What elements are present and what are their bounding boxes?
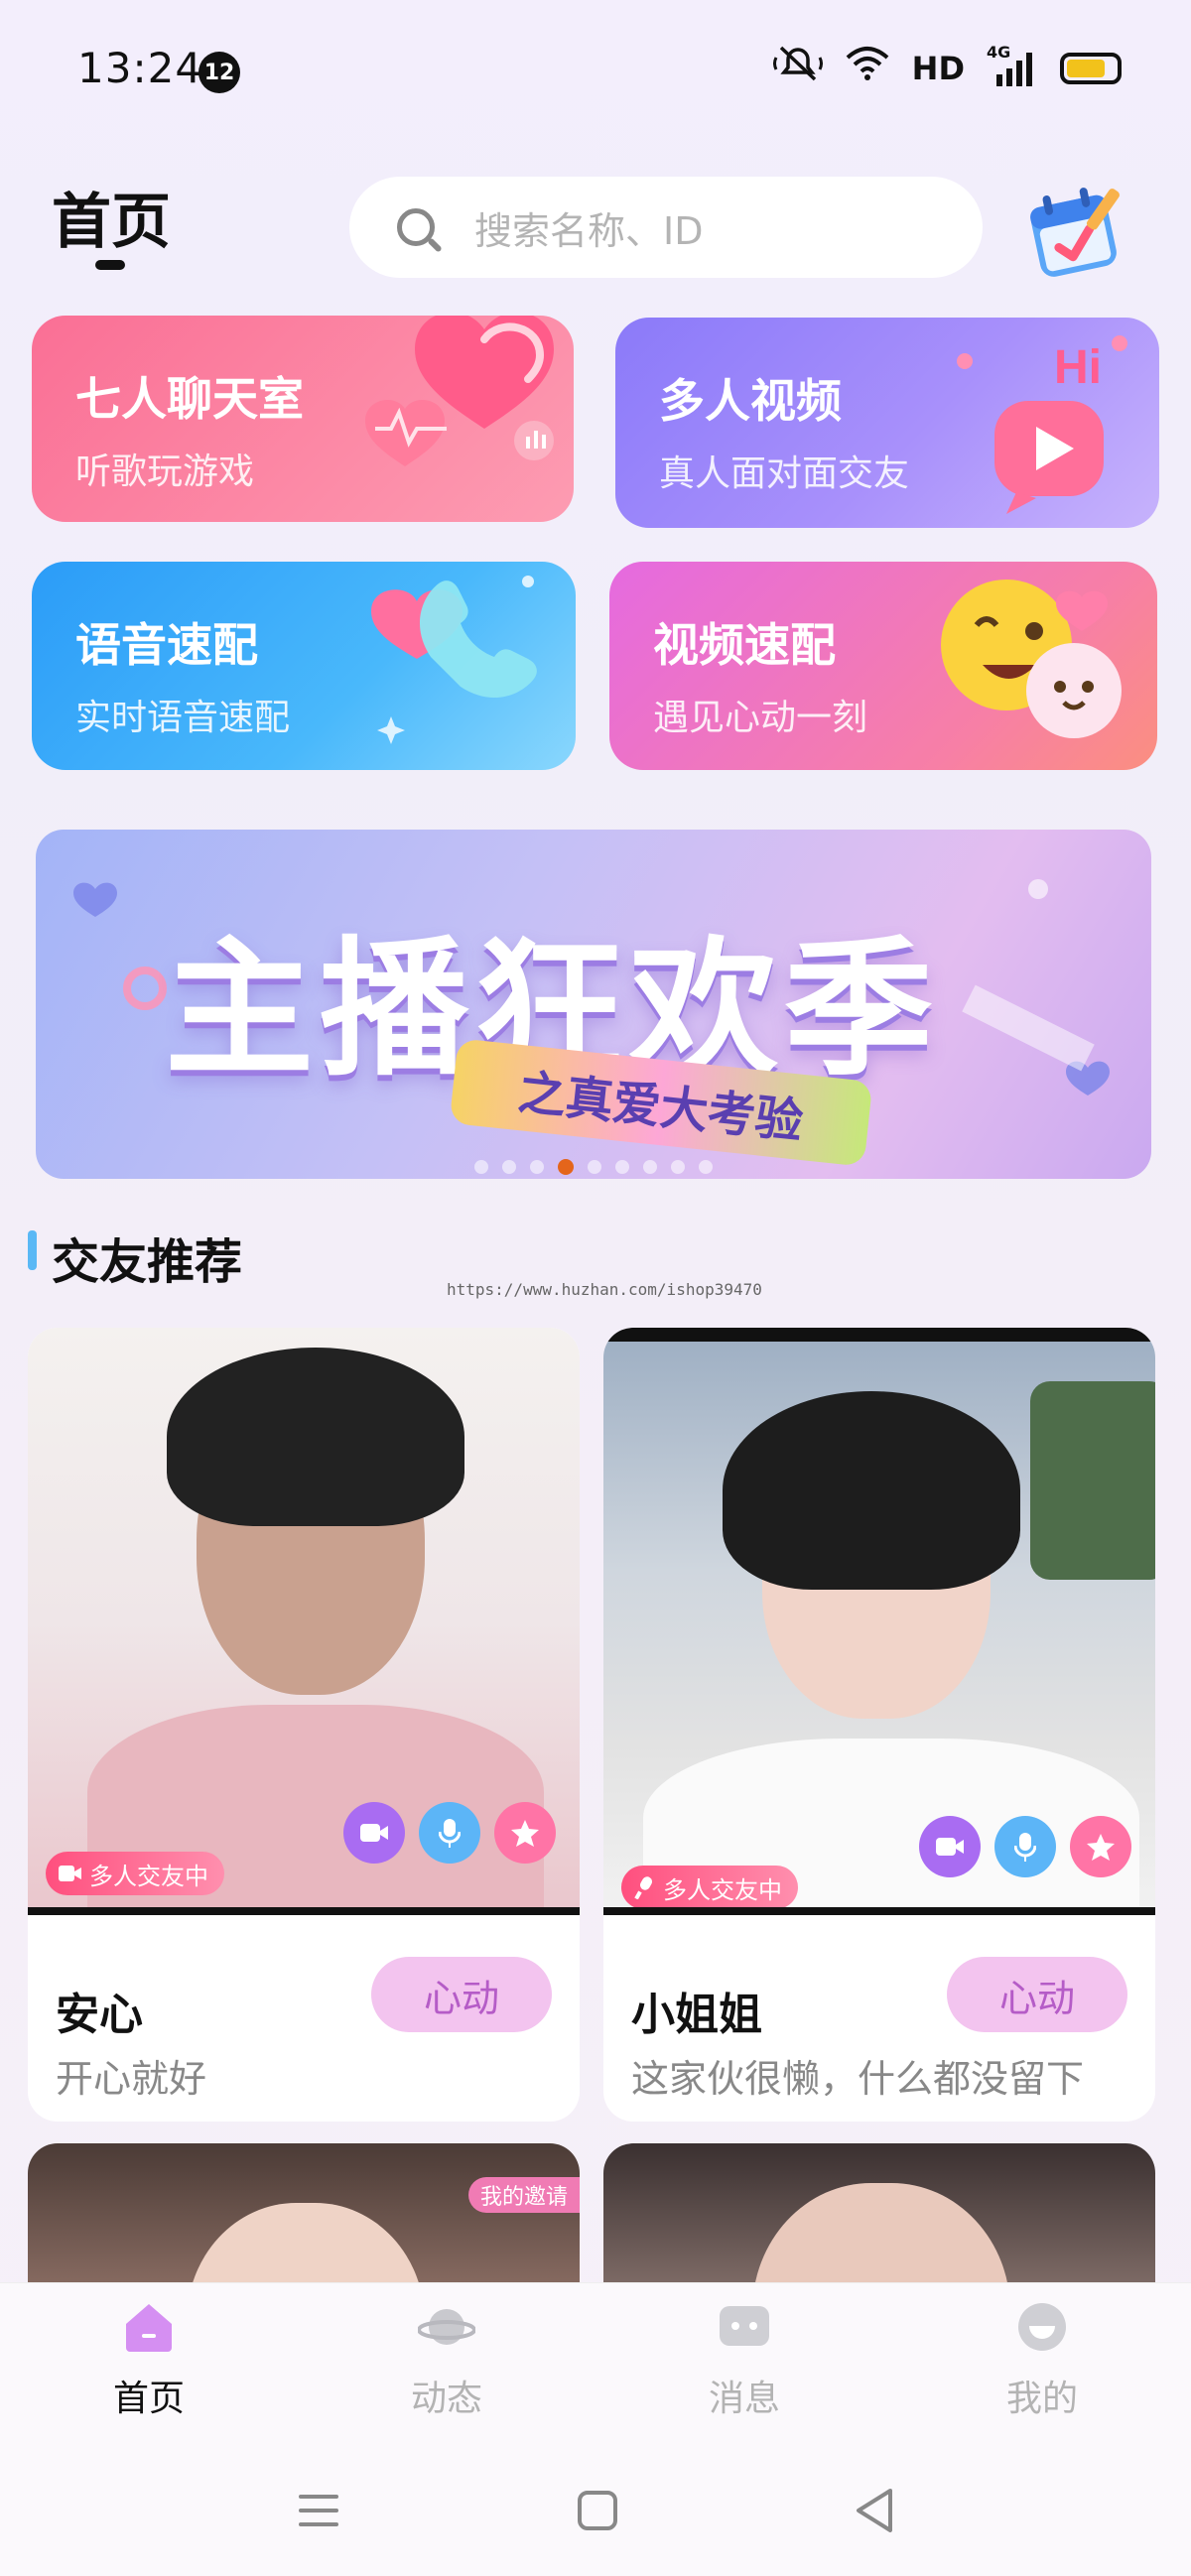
profile-photo[interactable]: 多人交友中: [28, 1328, 580, 1915]
nav-item-profile[interactable]: 我的: [943, 2300, 1141, 2421]
voice-call-button[interactable]: [419, 1802, 480, 1864]
page-title: 首页: [52, 188, 171, 257]
status-badge-label: 多人交友中: [89, 1862, 208, 1890]
status-icons: HD 4G: [772, 43, 1122, 92]
profile-bio: 这家伙很懒，什么都没留下: [631, 2057, 1085, 2101]
star-icon: [1087, 1834, 1115, 1861]
video-icon: [59, 1866, 81, 1881]
page-title-underline: [95, 260, 125, 270]
profile-card[interactable]: 多人交友中 小姐姐 这家伙很懒，什么都没留下 心动: [603, 1328, 1155, 2122]
nav-item-home[interactable]: 首页: [50, 2300, 248, 2421]
status-badge-label: 多人交友中: [663, 1875, 782, 1904]
star-icon: [511, 1820, 539, 1847]
pagination-dot: [699, 1160, 713, 1174]
photo-divider: [603, 1907, 1155, 1915]
favorite-button[interactable]: [1070, 1816, 1131, 1877]
nav-item-feed[interactable]: 动态: [347, 2300, 546, 2421]
heartbeat-button[interactable]: 心动: [371, 1957, 552, 2032]
heart-icon: [365, 316, 554, 466]
invite-badge: 我的邀请: [467, 2177, 580, 2213]
voice-call-button[interactable]: [994, 1816, 1056, 1877]
feature-title: 多人视频: [659, 374, 842, 428]
battery-icon: [1060, 52, 1122, 84]
video-icon: [360, 1824, 388, 1842]
hair-shape: [723, 1391, 1020, 1590]
hd-label: HD: [911, 49, 965, 87]
search-bar[interactable]: 搜索名称、ID: [349, 177, 983, 278]
nav-label: 消息: [708, 2379, 780, 2419]
planet-icon: [417, 2300, 476, 2354]
feature-subtitle: 实时语音速配: [75, 698, 291, 738]
pagination-dot: [502, 1160, 516, 1174]
status-time: 13:24: [77, 44, 203, 92]
system-nav-bar: [0, 2449, 1191, 2576]
profile-icon: [1013, 2300, 1071, 2354]
promo-banner[interactable]: 主播狂欢季 之真爱大考验: [36, 830, 1151, 1179]
wifi-icon: [845, 46, 890, 90]
profile-photo[interactable]: 多人交友中: [603, 1328, 1155, 1915]
feature-card-chatroom[interactable]: 七人聊天室 听歌玩游戏: [32, 316, 574, 522]
notification-count-badge: 12: [198, 52, 240, 93]
nav-label: 动态: [410, 2379, 482, 2419]
message-icon: [716, 2300, 773, 2354]
back-icon[interactable]: [853, 2487, 896, 2538]
pagination-dot-active: [558, 1159, 574, 1175]
watermark-text: https://www.huzhan.com/ishop39470: [447, 1280, 762, 1299]
pagination-dot: [615, 1160, 629, 1174]
hair-shape: [167, 1348, 464, 1526]
heartbeat-button[interactable]: 心动: [947, 1957, 1127, 2032]
favorite-button[interactable]: [494, 1802, 556, 1864]
mute-icon: [772, 44, 823, 92]
home-square-icon[interactable]: [576, 2489, 619, 2536]
feature-title: 视频速配: [653, 618, 836, 672]
nav-label: 我的: [1005, 2379, 1078, 2419]
feature-title: 语音速配: [75, 618, 258, 672]
cellular-signal-icon: 4G: [987, 43, 1038, 88]
feature-card-voice-match[interactable]: 语音速配 实时语音速配: [32, 562, 576, 770]
feature-card-multi-video[interactable]: 多人视频 真人面对面交友 Hi: [615, 318, 1159, 528]
feature-title: 七人聊天室: [75, 372, 304, 426]
video-call-button[interactable]: [343, 1802, 405, 1864]
profile-name: 安心: [56, 1990, 143, 2040]
microphone-icon: [634, 1876, 652, 1899]
microphone-icon: [439, 1819, 461, 1848]
checkin-calendar-icon[interactable]: [1020, 179, 1127, 286]
profile-name: 小姐姐: [631, 1990, 762, 2040]
feature-subtitle: 遇见心动一刻: [653, 698, 868, 738]
status-bar: 13:24 12 HD 4G: [0, 0, 1191, 149]
profile-bio: 开心就好: [56, 2057, 207, 2101]
home-icon: [120, 2300, 178, 2354]
search-placeholder: 搜索名称、ID: [474, 208, 704, 253]
feature-subtitle: 听歌玩游戏: [75, 451, 255, 492]
pagination-dot: [643, 1160, 657, 1174]
video-call-button[interactable]: [919, 1816, 981, 1877]
phone-heart-icon: [371, 576, 537, 744]
pagination-dot: [588, 1160, 601, 1174]
feature-card-video-match[interactable]: 视频速配 遇见心动一刻: [609, 562, 1157, 770]
video-icon: [936, 1838, 964, 1856]
search-icon: [397, 208, 435, 246]
profile-card[interactable]: 多人交友中 安心 开心就好 心动: [28, 1328, 580, 2122]
pagination-dot: [671, 1160, 685, 1174]
nav-item-messages[interactable]: 消息: [645, 2300, 844, 2421]
banner-pagination: [36, 1155, 1151, 1179]
microphone-icon: [1014, 1833, 1036, 1862]
window-shape: [1030, 1381, 1155, 1580]
emoji-faces-icon: [941, 580, 1122, 738]
status-badge: 多人交友中: [46, 1852, 224, 1895]
status-badge: 多人交友中: [621, 1866, 798, 1909]
menu-icon[interactable]: [295, 2491, 342, 2534]
video-chat-icon: Hi: [957, 335, 1127, 514]
pagination-dot: [474, 1160, 488, 1174]
nav-label: 首页: [112, 2379, 185, 2419]
pagination-dot: [530, 1160, 544, 1174]
section-accent-bar: [28, 1230, 37, 1270]
feature-subtitle: 真人面对面交友: [659, 453, 910, 494]
photo-divider: [28, 1907, 580, 1915]
hi-badge: Hi: [1054, 341, 1102, 394]
section-title: 交友推荐: [52, 1234, 243, 1290]
